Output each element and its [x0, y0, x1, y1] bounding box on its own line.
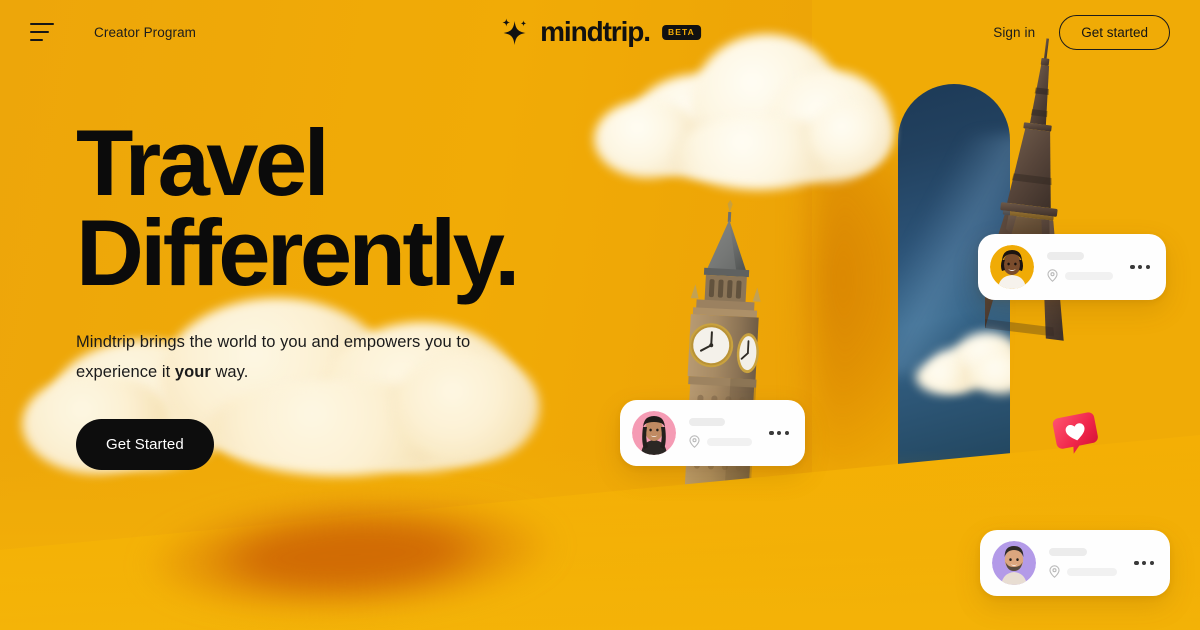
eiffel-tower-landmark — [968, 38, 1115, 368]
card-content — [689, 418, 753, 448]
card-content — [1049, 548, 1118, 578]
headline-line-2: Differently. — [76, 200, 520, 306]
subheading-part-2: way. — [210, 362, 249, 381]
feed-card-one[interactable] — [620, 400, 805, 466]
page-title: Travel Differently. — [76, 116, 636, 300]
site-header: Creator Program mindtrip. BETA Sign in G… — [0, 0, 1200, 64]
more-options-icon[interactable] — [765, 430, 789, 436]
beta-badge: BETA — [661, 24, 701, 40]
feed-card-three[interactable] — [980, 530, 1170, 596]
card-content — [1047, 252, 1114, 282]
location-row — [1049, 565, 1118, 578]
avatar — [632, 411, 676, 455]
map-pin-icon — [1047, 269, 1058, 282]
more-options-icon[interactable] — [1126, 264, 1150, 270]
hamburger-menu-icon[interactable] — [30, 23, 56, 41]
title-placeholder-bar — [1047, 252, 1085, 260]
hero-stage: Creator Program mindtrip. BETA Sign in G… — [0, 0, 1200, 630]
subheading-emphasis: your — [174, 362, 211, 381]
location-placeholder-bar — [1065, 271, 1114, 280]
hero-content: Travel Differently. Mindtrip brings the … — [76, 116, 636, 471]
feed-card-two[interactable] — [978, 234, 1166, 300]
map-pin-icon — [689, 435, 700, 448]
subheading-part-1: Mindtrip brings the world to you and emp… — [76, 333, 471, 381]
sparkle-icon — [499, 17, 531, 47]
avatar — [990, 245, 1034, 289]
header-actions: Sign in Get started — [993, 14, 1170, 50]
get-started-button[interactable]: Get started — [1059, 14, 1170, 50]
hero-get-started-button[interactable]: Get Started — [76, 419, 214, 471]
brand-logo[interactable]: mindtrip. BETA — [499, 17, 701, 47]
map-pin-icon — [1049, 565, 1060, 578]
location-placeholder-bar — [707, 437, 753, 446]
title-placeholder-bar — [1049, 548, 1088, 556]
brand-name: mindtrip. — [540, 16, 651, 47]
avatar — [992, 541, 1036, 585]
heart-like-badge-icon — [1049, 408, 1103, 460]
hero-subheading: Mindtrip brings the world to you and emp… — [76, 328, 506, 387]
title-placeholder-bar — [689, 418, 725, 426]
location-placeholder-bar — [1067, 567, 1118, 576]
more-options-icon[interactable] — [1130, 560, 1154, 566]
nav-link-creator-program[interactable]: Creator Program — [94, 25, 196, 40]
location-row — [1047, 269, 1114, 282]
sign-in-link[interactable]: Sign in — [993, 25, 1035, 40]
location-row — [689, 435, 753, 448]
